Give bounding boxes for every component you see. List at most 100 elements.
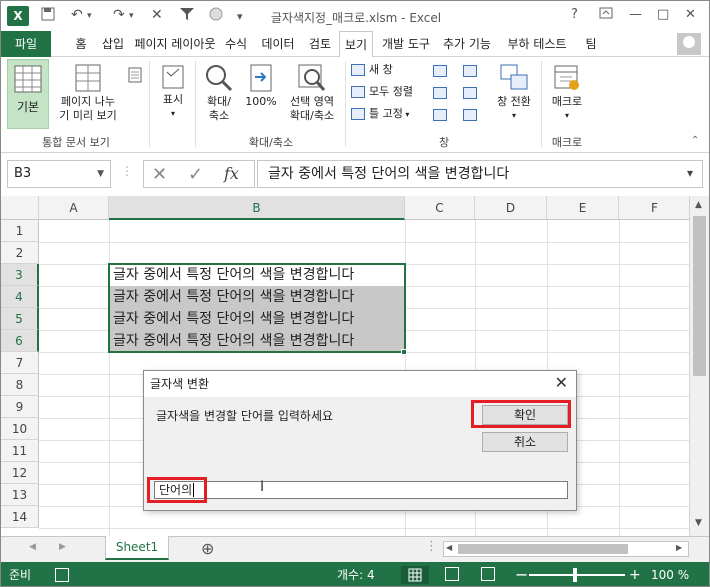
row-header-10[interactable]: 10 bbox=[1, 418, 39, 440]
normal-view-button[interactable]: 기본 bbox=[7, 59, 49, 129]
row-header-1[interactable]: 1 bbox=[1, 220, 39, 242]
sheet-prev-icon[interactable]: ◀ bbox=[29, 542, 36, 552]
sync-scroll-icon[interactable] bbox=[463, 85, 481, 99]
tab-data[interactable]: 데이터 bbox=[257, 31, 299, 57]
hide-icon[interactable] bbox=[433, 85, 451, 99]
reset-window-icon[interactable] bbox=[463, 107, 481, 121]
tab-developer[interactable]: 개발 도구 bbox=[377, 31, 435, 57]
zoom-slider-thumb[interactable] bbox=[573, 568, 577, 582]
row-header-9[interactable]: 9 bbox=[1, 396, 39, 418]
page-layout-view-icon[interactable] bbox=[125, 67, 145, 87]
row-header-5[interactable]: 5 bbox=[1, 308, 39, 330]
zoom-out-icon[interactable]: − bbox=[515, 562, 528, 586]
insert-function-icon[interactable]: fx bbox=[224, 164, 239, 183]
sheet-next-icon[interactable]: ▶ bbox=[59, 542, 66, 552]
unhide-icon[interactable] bbox=[433, 107, 451, 121]
tab-home[interactable]: 홈 bbox=[67, 31, 95, 57]
group-macro-label: 매크로 bbox=[551, 136, 583, 149]
name-box-value: B3 bbox=[14, 166, 32, 181]
zoom-slider[interactable] bbox=[529, 574, 625, 576]
column-header-e[interactable]: E bbox=[547, 196, 619, 220]
switch-window-button[interactable]: 창 전환 ▾ bbox=[491, 59, 537, 129]
help-icon[interactable]: ? bbox=[571, 7, 578, 22]
page-break-preview-button[interactable]: 페이지 나누 기 미리 보기 bbox=[53, 59, 123, 129]
row-header-11[interactable]: 11 bbox=[1, 440, 39, 462]
scroll-right-icon[interactable]: ▶ bbox=[676, 543, 682, 552]
row-header-14[interactable]: 14 bbox=[1, 506, 39, 528]
status-zoom[interactable]: 100 % bbox=[651, 562, 689, 586]
new-window-icon bbox=[351, 64, 365, 76]
macro-button[interactable]: 매크로 ▾ bbox=[545, 59, 589, 129]
show-dropdown-icon: ▾ bbox=[170, 109, 175, 118]
freeze-panes-button[interactable]: 틀 고정 ▾ bbox=[351, 105, 409, 123]
scroll-up-icon[interactable]: ▲ bbox=[695, 200, 702, 210]
maximize-icon[interactable]: □ bbox=[657, 7, 669, 22]
tab-formulas[interactable]: 수식 bbox=[221, 31, 251, 57]
horizontal-scrollbar[interactable]: ◀ ▶ bbox=[443, 541, 689, 557]
account-avatar[interactable] bbox=[677, 33, 701, 55]
sheet-tab-bar: ◀ ▶ Sheet1 ⊕ ⋮ ◀ ▶ bbox=[1, 536, 709, 562]
minimize-icon[interactable]: — bbox=[629, 7, 642, 22]
page-break-status-icon[interactable] bbox=[481, 567, 495, 581]
horizontal-scroll-thumb[interactable] bbox=[458, 544, 628, 554]
scroll-down-icon[interactable]: ▼ bbox=[695, 518, 702, 528]
show-button[interactable]: 표시 ▾ bbox=[153, 59, 193, 129]
collapse-ribbon-icon[interactable]: ⌃ bbox=[691, 135, 699, 146]
expand-formula-icon[interactable]: ▾ bbox=[687, 166, 693, 180]
name-box[interactable]: B3 ▼ bbox=[7, 160, 111, 188]
macro-record-icon[interactable] bbox=[55, 568, 69, 582]
row-header-12[interactable]: 12 bbox=[1, 462, 39, 484]
scroll-left-icon[interactable]: ◀ bbox=[446, 543, 452, 552]
name-box-dropdown-icon[interactable]: ▼ bbox=[97, 161, 104, 187]
dialog-input[interactable]: 단어의 bbox=[154, 481, 568, 499]
row-header-7[interactable]: 7 bbox=[1, 352, 39, 374]
page-layout-status-icon[interactable] bbox=[445, 567, 459, 581]
formula-input[interactable]: 글자 중에서 특정 단어의 색을 변경합니다 bbox=[257, 160, 703, 188]
dialog-close-icon[interactable]: ✕ bbox=[555, 373, 568, 392]
row-header-2[interactable]: 2 bbox=[1, 242, 39, 264]
column-header-d[interactable]: D bbox=[475, 196, 547, 220]
cancel-button[interactable]: 취소 bbox=[482, 432, 568, 452]
vertical-scrollbar[interactable]: ▲ ▼ bbox=[689, 196, 709, 536]
new-window-button[interactable]: 새 창 bbox=[351, 61, 393, 79]
add-sheet-icon[interactable]: ⊕ bbox=[201, 539, 214, 558]
column-header-c[interactable]: C bbox=[405, 196, 475, 220]
status-bar: 준비 개수: 4 − + 100 % bbox=[1, 562, 709, 586]
tab-team[interactable]: 팀 bbox=[579, 31, 603, 57]
tab-addins[interactable]: 추가 기능 bbox=[439, 31, 495, 57]
row-header-3[interactable]: 3 bbox=[1, 264, 39, 286]
zoom-button[interactable]: 확대/ 축소 bbox=[199, 59, 239, 129]
tab-file[interactable]: 파일 bbox=[1, 31, 51, 57]
split-icon[interactable] bbox=[433, 63, 451, 77]
row-header-8[interactable]: 8 bbox=[1, 374, 39, 396]
tab-load-test[interactable]: 부하 테스트 bbox=[501, 31, 573, 57]
fill-handle[interactable] bbox=[401, 349, 407, 355]
formula-bar: B3 ▼ ⋮ ✕ ✓ fx 글자 중에서 특정 단어의 색을 변경합니다 ▾ bbox=[1, 160, 709, 188]
group-separator bbox=[345, 61, 346, 147]
normal-view-status-button[interactable] bbox=[401, 566, 429, 584]
view-side-by-side-icon[interactable] bbox=[463, 63, 481, 77]
zoom-100-button[interactable]: 100% bbox=[241, 59, 281, 129]
column-header-a[interactable]: A bbox=[39, 196, 109, 220]
tab-page-layout[interactable]: 페이지 레이아웃 bbox=[133, 31, 217, 57]
tab-view[interactable]: 보기 bbox=[339, 31, 373, 58]
arrange-all-button[interactable]: 모두 정렬 bbox=[351, 83, 413, 101]
freeze-panes-label: 틀 고정 bbox=[369, 107, 403, 120]
zoom-selection-button[interactable]: 선택 영역 확대/축소 bbox=[283, 59, 341, 129]
tab-review[interactable]: 검토 bbox=[305, 31, 335, 57]
ribbon-display-icon[interactable] bbox=[599, 7, 613, 23]
row-header-13[interactable]: 13 bbox=[1, 484, 39, 506]
tab-insert[interactable]: 삽입 bbox=[97, 31, 129, 57]
column-header-b[interactable]: B bbox=[109, 196, 405, 220]
vertical-scroll-thumb[interactable] bbox=[693, 216, 706, 376]
cancel-entry-icon[interactable]: ✕ bbox=[152, 164, 167, 185]
row-header-6[interactable]: 6 bbox=[1, 330, 39, 352]
column-header-f[interactable]: F bbox=[619, 196, 691, 220]
close-icon[interactable]: ✕ bbox=[685, 7, 696, 22]
row-header-4[interactable]: 4 bbox=[1, 286, 39, 308]
tab-split-icon[interactable]: ⋮ bbox=[425, 539, 438, 554]
zoom-in-icon[interactable]: + bbox=[629, 562, 641, 586]
select-all-corner[interactable] bbox=[1, 196, 39, 220]
sheet-tab-sheet1[interactable]: Sheet1 bbox=[105, 536, 169, 560]
enter-entry-icon[interactable]: ✓ bbox=[188, 164, 203, 185]
